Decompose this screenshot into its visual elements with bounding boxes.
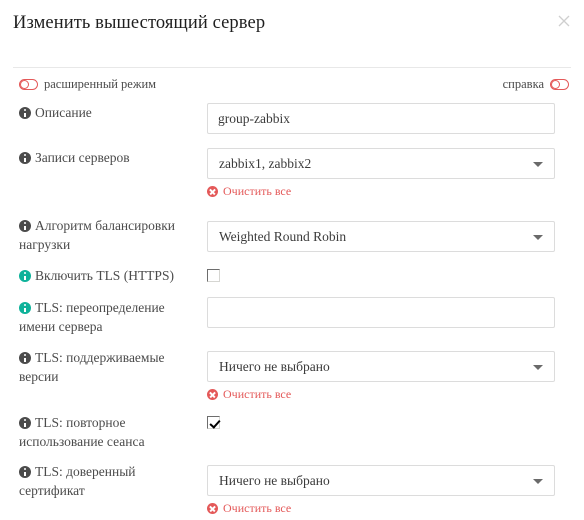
field-control-tls-trusted-certificate: Ничего не выбрано <box>207 465 555 496</box>
info-icon <box>19 270 31 282</box>
select-value: zabbix1, zabbix2 <box>219 156 312 171</box>
field-control-load-balancing-algorithm: Weighted Round Robin <box>207 221 555 252</box>
clear-all-tls-trusted-certificate[interactable]: Очистить все <box>207 501 291 516</box>
field-label-load-balancing-algorithm: Алгоритм балансировки нагрузки <box>19 218 176 252</box>
field-control-description <box>207 103 555 134</box>
info-icon <box>19 417 31 429</box>
chevron-down-icon <box>533 479 543 484</box>
field-label-tls-session-reuse: TLS: повторное использование сеанса <box>19 415 145 449</box>
info-icon <box>19 352 31 364</box>
field-control-enable-tls <box>207 269 220 282</box>
field-label-tls-supported-versions: TLS: поддерживаемые версии <box>19 350 165 384</box>
field-control-tls-supported-versions: Ничего не выбрано <box>207 351 555 382</box>
clear-circle-icon <box>207 503 218 514</box>
mode-toggle-row: расширенный режим справка <box>0 77 584 97</box>
info-icon <box>19 302 31 314</box>
field-label-tls-server-name-override: TLS: переопределение имени сервера <box>19 300 165 334</box>
page-title: Изменить вышестоящий сервер <box>13 13 266 33</box>
info-icon <box>19 107 31 119</box>
header-divider <box>13 67 571 68</box>
description-input[interactable] <box>207 103 555 134</box>
select-value: Ничего не выбрано <box>219 473 330 488</box>
field-label-description: Описание <box>19 103 204 122</box>
tls-session-reuse-checkbox[interactable] <box>207 416 220 429</box>
help-toggle[interactable]: справка <box>503 77 569 92</box>
edit-upstream-server-dialog: Изменить вышестоящий сервер расширенный … <box>0 0 584 520</box>
field-control-tls-session-reuse <box>207 416 220 429</box>
info-icon <box>19 152 31 164</box>
select-value: Weighted Round Robin <box>219 229 347 244</box>
tls-trusted-certificate-select[interactable]: Ничего не выбрано <box>207 465 555 496</box>
clear-circle-icon <box>207 389 218 400</box>
clear-all-label: Очистить все <box>223 501 292 515</box>
enable-tls-checkbox[interactable] <box>207 269 220 282</box>
help-label: справка <box>502 77 544 91</box>
field-control-tls-server-name-override <box>207 297 555 328</box>
close-icon[interactable] <box>552 9 576 33</box>
clear-circle-icon <box>207 186 218 197</box>
clear-all-label: Очистить все <box>223 184 292 198</box>
advanced-mode-toggle[interactable]: расширенный режим <box>19 77 156 92</box>
info-icon <box>19 466 31 478</box>
field-label-server-records: Записи серверов <box>19 148 204 167</box>
field-label-tls-trusted-certificate: TLS: доверенный сертификат <box>19 464 136 498</box>
chevron-down-icon <box>533 162 543 167</box>
clear-all-label: Очистить все <box>223 387 292 401</box>
load-balancing-algorithm-select[interactable]: Weighted Round Robin <box>207 221 555 252</box>
toggle-switch-icon <box>550 79 569 90</box>
info-icon <box>19 220 31 232</box>
field-label-enable-tls: Включить TLS (HTTPS) <box>19 266 204 285</box>
chevron-down-icon <box>533 235 543 240</box>
field-control-server-records: zabbix1, zabbix2 <box>207 148 555 179</box>
chevron-down-icon <box>533 365 543 370</box>
tls-server-name-override-input[interactable] <box>207 297 555 328</box>
clear-all-server-records[interactable]: Очистить все <box>207 184 291 199</box>
advanced-mode-label: расширенный режим <box>44 77 157 91</box>
select-value: Ничего не выбрано <box>219 359 330 374</box>
dialog-header: Изменить вышестоящий сервер <box>0 0 584 67</box>
server-records-select[interactable]: zabbix1, zabbix2 <box>207 148 555 179</box>
clear-all-tls-supported-versions[interactable]: Очистить все <box>207 387 291 402</box>
tls-supported-versions-select[interactable]: Ничего не выбрано <box>207 351 555 382</box>
toggle-switch-icon <box>19 79 38 90</box>
